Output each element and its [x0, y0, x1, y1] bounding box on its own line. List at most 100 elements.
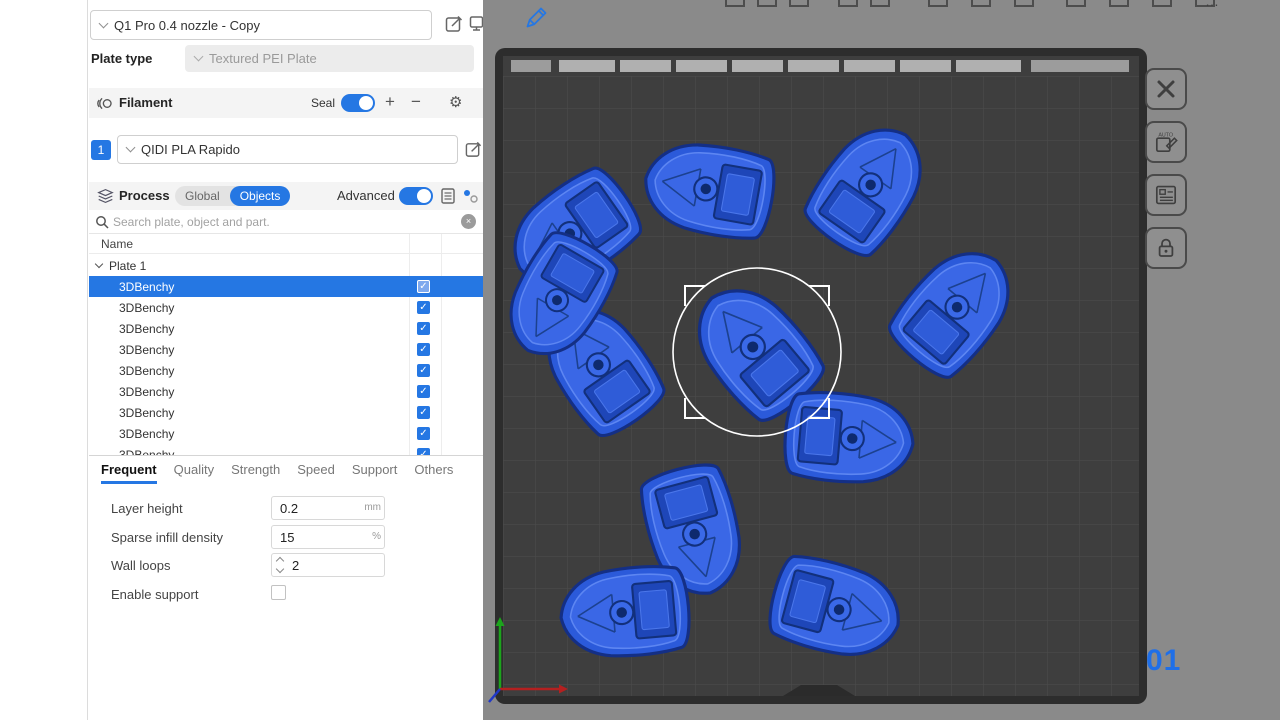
plate-type-value: Textured PEI Plate	[209, 51, 317, 66]
lock-icon	[1154, 236, 1178, 260]
object-row-3[interactable]: 3DBenchy ✓	[89, 339, 483, 360]
printer-device-icon[interactable]	[469, 15, 484, 33]
arrange-button[interactable]	[1145, 174, 1187, 216]
object-row-5[interactable]: 3DBenchy ✓	[89, 381, 483, 402]
sparse-infill-unit: %	[355, 531, 381, 542]
svg-text:AUTO: AUTO	[1158, 133, 1173, 139]
parameter-table-icon[interactable]	[441, 188, 455, 204]
edit-printer-icon[interactable]	[445, 15, 463, 33]
object-name: 3DBenchy	[119, 364, 174, 378]
object-visible-checkbox[interactable]: ✓	[417, 448, 430, 455]
filament-select[interactable]: QIDI PLA Rapido	[117, 135, 458, 164]
object-tree: Plate 1 3DBenchy✓3DBenchy✓3DBenchy✓3DBen…	[89, 255, 483, 455]
plate-number[interactable]: 01	[1146, 644, 1181, 678]
viewport-3d[interactable]: …	[483, 0, 1280, 720]
object-row-8[interactable]: 3DBenchy ✓	[89, 444, 483, 455]
object-row-7[interactable]: 3DBenchy ✓	[89, 423, 483, 444]
process-title: Process	[119, 188, 170, 203]
filament-slot-badge[interactable]: 1	[91, 140, 111, 160]
process-stack-icon	[97, 188, 114, 204]
tab-others[interactable]: Others	[414, 456, 453, 484]
process-tabs: Frequent Quality Strength Speed Support Other…	[89, 455, 483, 483]
wall-loops-label: Wall loops	[111, 558, 170, 573]
stepper-down-icon[interactable]	[276, 565, 284, 573]
seal-label: Seal	[311, 96, 335, 110]
plate-row[interactable]: Plate 1	[89, 255, 483, 276]
name-column-header: Name	[101, 237, 133, 251]
enable-support-label: Enable support	[111, 587, 198, 602]
tab-support[interactable]: Support	[352, 456, 398, 484]
filament-settings-gear-icon[interactable]: ⚙	[449, 94, 462, 112]
process-section-header: Process Global Objects Advanced	[89, 182, 483, 210]
object-name: 3DBenchy	[119, 280, 174, 294]
search-input[interactable]	[113, 212, 443, 232]
advanced-toggle[interactable]	[399, 187, 433, 205]
chevron-down-icon	[194, 52, 204, 62]
object-list-header: Name	[89, 234, 483, 254]
object-visible-checkbox[interactable]: ✓	[417, 364, 430, 377]
chevron-down-icon	[126, 143, 136, 153]
auto-orient-icon: AUTO	[1153, 129, 1179, 155]
qidi-studio-window: Q1 Pro 0.4 nozzle - Copy Plate type Text…	[0, 0, 1280, 720]
segment-global[interactable]: Global	[175, 186, 230, 206]
compare-presets-icon[interactable]	[462, 188, 479, 204]
plate-type-select[interactable]: Textured PEI Plate	[185, 45, 474, 72]
object-name: 3DBenchy	[119, 322, 174, 336]
object-visible-checkbox[interactable]: ✓	[417, 427, 430, 440]
auto-orient-button[interactable]: AUTO	[1145, 121, 1187, 163]
object-name: 3DBenchy	[119, 406, 174, 420]
close-icon	[1154, 77, 1178, 101]
printer-select[interactable]: Q1 Pro 0.4 nozzle - Copy	[90, 10, 432, 40]
filament-select-value: QIDI PLA Rapido	[141, 142, 240, 157]
layer-height-unit: mm	[355, 502, 381, 513]
object-row-2[interactable]: 3DBenchy ✓	[89, 318, 483, 339]
printer-select-value: Q1 Pro 0.4 nozzle - Copy	[114, 18, 260, 33]
object-row-1[interactable]: 3DBenchy ✓	[89, 297, 483, 318]
plate-strip-right	[1031, 60, 1129, 72]
lock-button[interactable]	[1145, 227, 1187, 269]
object-visible-checkbox[interactable]: ✓	[417, 406, 430, 419]
remove-filament-button[interactable]: −	[411, 93, 421, 111]
object-row-0[interactable]: 3DBenchy ✓	[89, 276, 483, 297]
wall-loops-stepper[interactable]	[277, 558, 286, 572]
advanced-label: Advanced	[337, 188, 395, 203]
tab-speed[interactable]: Speed	[297, 456, 335, 484]
filament-spool-icon	[97, 95, 114, 112]
object-visible-checkbox[interactable]: ✓	[417, 280, 430, 293]
object-name: 3DBenchy	[119, 343, 174, 357]
object-visible-checkbox[interactable]: ✓	[417, 322, 430, 335]
toggle-knob	[417, 189, 431, 203]
object-row-4[interactable]: 3DBenchy ✓	[89, 360, 483, 381]
plate-strip-left	[511, 60, 551, 72]
layer-height-label: Layer height	[111, 501, 183, 516]
filament-title: Filament	[119, 95, 172, 110]
plate-type-label: Plate type	[91, 51, 152, 66]
close-button[interactable]	[1145, 68, 1187, 110]
wall-loops-input[interactable]	[271, 553, 385, 577]
chevron-down-icon	[99, 18, 109, 28]
filament-section-header: Filament Seal + − ⚙	[89, 88, 483, 118]
object-name: 3DBenchy	[119, 427, 174, 441]
segment-objects[interactable]: Objects	[230, 186, 291, 206]
toggle-knob	[359, 96, 373, 110]
object-visible-checkbox[interactable]: ✓	[417, 343, 430, 356]
object-name: 3DBenchy	[119, 301, 174, 315]
object-visible-checkbox[interactable]: ✓	[417, 385, 430, 398]
add-filament-button[interactable]: +	[385, 93, 395, 111]
edit-filament-icon[interactable]	[465, 141, 482, 158]
enable-support-checkbox[interactable]	[271, 585, 286, 600]
object-name: 3DBenchy	[119, 385, 174, 399]
expander-chevron-icon[interactable]	[95, 260, 103, 268]
seal-toggle[interactable]	[341, 94, 375, 112]
object-name: 3DBenchy	[119, 448, 174, 456]
tab-quality[interactable]: Quality	[174, 456, 214, 484]
search-icon	[95, 215, 109, 229]
plate-label: Plate 1	[109, 259, 146, 273]
object-row-6[interactable]: 3DBenchy ✓	[89, 402, 483, 423]
tab-frequent[interactable]: Frequent	[101, 456, 157, 484]
clear-search-icon[interactable]: ×	[461, 214, 476, 229]
object-visible-checkbox[interactable]: ✓	[417, 301, 430, 314]
search-row: ×	[89, 210, 483, 234]
tab-strength[interactable]: Strength	[231, 456, 280, 484]
arrange-icon	[1153, 182, 1179, 208]
